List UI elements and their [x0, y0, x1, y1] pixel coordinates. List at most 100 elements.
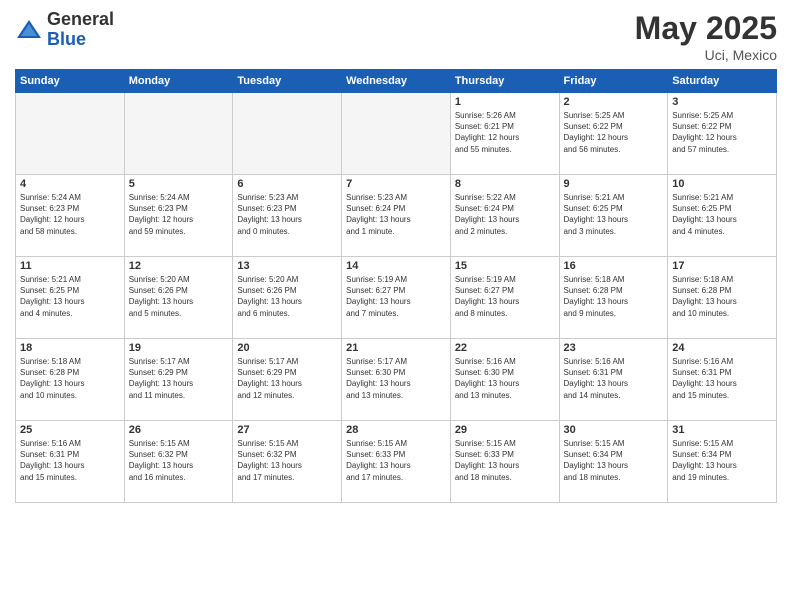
day-info: Sunrise: 5:16 AM Sunset: 6:31 PM Dayligh…	[20, 438, 120, 483]
calendar-week-1: 1 Sunrise: 5:26 AM Sunset: 6:21 PM Daylig…	[16, 93, 777, 175]
calendar-cell	[342, 93, 451, 175]
logo-general: General	[47, 10, 114, 30]
day-number: 14	[346, 260, 446, 272]
calendar-cell: 13 Sunrise: 5:20 AM Sunset: 6:26 PM Dayli…	[233, 257, 342, 339]
day-number: 31	[672, 424, 772, 436]
calendar-week-4: 18Sunrise: 5:18 AM Sunset: 6:28 PM Dayli…	[16, 339, 777, 421]
calendar-cell: 14Sunrise: 5:19 AM Sunset: 6:27 PM Dayli…	[342, 257, 451, 339]
day-info: Sunrise: 5:23 AM Sunset: 6:24 PM Dayligh…	[346, 192, 446, 237]
day-number: 17	[672, 260, 772, 272]
day-info: Sunrise: 5:16 AM Sunset: 6:31 PM Dayligh…	[672, 356, 772, 401]
calendar-cell: 19Sunrise: 5:17 AM Sunset: 6:29 PM Dayli…	[124, 339, 233, 421]
calendar-cell: 9 Sunrise: 5:21 AM Sunset: 6:25 PM Daylig…	[559, 175, 668, 257]
day-info: Sunrise: 5:21 AM Sunset: 6:25 PM Dayligh…	[564, 192, 664, 237]
calendar-week-2: 4 Sunrise: 5:24 AM Sunset: 6:23 PM Daylig…	[16, 175, 777, 257]
calendar-cell: 29 Sunrise: 5:15 AM Sunset: 6:33 PM Dayli…	[450, 421, 559, 503]
calendar-header-wednesday: Wednesday	[342, 70, 451, 93]
calendar-cell: 31Sunrise: 5:15 AM Sunset: 6:34 PM Dayli…	[668, 421, 777, 503]
calendar-cell	[233, 93, 342, 175]
day-info: Sunrise: 5:21 AM Sunset: 6:25 PM Dayligh…	[20, 274, 120, 319]
calendar-cell: 16Sunrise: 5:18 AM Sunset: 6:28 PM Dayli…	[559, 257, 668, 339]
calendar-header-friday: Friday	[559, 70, 668, 93]
day-number: 26	[129, 424, 229, 436]
day-info: Sunrise: 5:17 AM Sunset: 6:29 PM Dayligh…	[237, 356, 337, 401]
calendar-cell: 27Sunrise: 5:15 AM Sunset: 6:32 PM Dayli…	[233, 421, 342, 503]
calendar-cell: 28 Sunrise: 5:15 AM Sunset: 6:33 PM Dayli…	[342, 421, 451, 503]
day-number: 6	[237, 178, 337, 190]
day-info: Sunrise: 5:24 AM Sunset: 6:23 PM Dayligh…	[129, 192, 229, 237]
calendar-cell: 7 Sunrise: 5:23 AM Sunset: 6:24 PM Daylig…	[342, 175, 451, 257]
calendar-cell: 12Sunrise: 5:20 AM Sunset: 6:26 PM Dayli…	[124, 257, 233, 339]
calendar-cell: 21 Sunrise: 5:17 AM Sunset: 6:30 PM Dayli…	[342, 339, 451, 421]
calendar-cell: 17Sunrise: 5:18 AM Sunset: 6:28 PM Dayli…	[668, 257, 777, 339]
day-number: 5	[129, 178, 229, 190]
calendar-cell: 1 Sunrise: 5:26 AM Sunset: 6:21 PM Daylig…	[450, 93, 559, 175]
calendar-cell: 24Sunrise: 5:16 AM Sunset: 6:31 PM Dayli…	[668, 339, 777, 421]
day-info: Sunrise: 5:15 AM Sunset: 6:32 PM Dayligh…	[129, 438, 229, 483]
day-number: 16	[564, 260, 664, 272]
calendar-cell	[124, 93, 233, 175]
calendar-cell: 18Sunrise: 5:18 AM Sunset: 6:28 PM Dayli…	[16, 339, 125, 421]
logo: General Blue	[15, 10, 114, 50]
day-number: 4	[20, 178, 120, 190]
day-number: 20	[237, 342, 337, 354]
title-block: May 2025 Uci, Mexico	[635, 10, 777, 63]
calendar-cell: 5 Sunrise: 5:24 AM Sunset: 6:23 PM Daylig…	[124, 175, 233, 257]
day-info: Sunrise: 5:21 AM Sunset: 6:25 PM Dayligh…	[672, 192, 772, 237]
month-title: May 2025	[635, 10, 777, 47]
day-info: Sunrise: 5:19 AM Sunset: 6:27 PM Dayligh…	[455, 274, 555, 319]
calendar-header-tuesday: Tuesday	[233, 70, 342, 93]
day-info: Sunrise: 5:24 AM Sunset: 6:23 PM Dayligh…	[20, 192, 120, 237]
day-info: Sunrise: 5:20 AM Sunset: 6:26 PM Dayligh…	[129, 274, 229, 319]
day-info: Sunrise: 5:16 AM Sunset: 6:31 PM Dayligh…	[564, 356, 664, 401]
calendar-cell: 22Sunrise: 5:16 AM Sunset: 6:30 PM Dayli…	[450, 339, 559, 421]
day-number: 30	[564, 424, 664, 436]
day-number: 15	[455, 260, 555, 272]
calendar-week-3: 11Sunrise: 5:21 AM Sunset: 6:25 PM Dayli…	[16, 257, 777, 339]
day-number: 25	[20, 424, 120, 436]
day-number: 2	[564, 96, 664, 108]
calendar-cell: 2 Sunrise: 5:25 AM Sunset: 6:22 PM Daylig…	[559, 93, 668, 175]
day-number: 28	[346, 424, 446, 436]
day-number: 10	[672, 178, 772, 190]
day-number: 1	[455, 96, 555, 108]
day-number: 8	[455, 178, 555, 190]
calendar-header-monday: Monday	[124, 70, 233, 93]
day-number: 13	[237, 260, 337, 272]
day-info: Sunrise: 5:20 AM Sunset: 6:26 PM Dayligh…	[237, 274, 337, 319]
calendar-header-thursday: Thursday	[450, 70, 559, 93]
logo-text: General Blue	[47, 10, 114, 50]
day-info: Sunrise: 5:25 AM Sunset: 6:22 PM Dayligh…	[672, 110, 772, 155]
logo-icon	[15, 16, 43, 44]
day-info: Sunrise: 5:18 AM Sunset: 6:28 PM Dayligh…	[20, 356, 120, 401]
page: General Blue May 2025 Uci, Mexico Sunday…	[0, 0, 792, 612]
day-info: Sunrise: 5:17 AM Sunset: 6:30 PM Dayligh…	[346, 356, 446, 401]
day-number: 29	[455, 424, 555, 436]
day-number: 23	[564, 342, 664, 354]
day-info: Sunrise: 5:26 AM Sunset: 6:21 PM Dayligh…	[455, 110, 555, 155]
day-info: Sunrise: 5:15 AM Sunset: 6:33 PM Dayligh…	[455, 438, 555, 483]
calendar-cell	[16, 93, 125, 175]
calendar-week-5: 25 Sunrise: 5:16 AM Sunset: 6:31 PM Dayli…	[16, 421, 777, 503]
calendar-cell: 26 Sunrise: 5:15 AM Sunset: 6:32 PM Dayli…	[124, 421, 233, 503]
day-number: 9	[564, 178, 664, 190]
day-info: Sunrise: 5:22 AM Sunset: 6:24 PM Dayligh…	[455, 192, 555, 237]
calendar-cell: 25 Sunrise: 5:16 AM Sunset: 6:31 PM Dayli…	[16, 421, 125, 503]
calendar-cell: 23 Sunrise: 5:16 AM Sunset: 6:31 PM Dayli…	[559, 339, 668, 421]
calendar-cell: 6 Sunrise: 5:23 AM Sunset: 6:23 PM Daylig…	[233, 175, 342, 257]
calendar-header-sunday: Sunday	[16, 70, 125, 93]
day-info: Sunrise: 5:15 AM Sunset: 6:34 PM Dayligh…	[564, 438, 664, 483]
calendar-cell: 8 Sunrise: 5:22 AM Sunset: 6:24 PM Daylig…	[450, 175, 559, 257]
day-info: Sunrise: 5:25 AM Sunset: 6:22 PM Dayligh…	[564, 110, 664, 155]
day-number: 3	[672, 96, 772, 108]
calendar-cell: 15 Sunrise: 5:19 AM Sunset: 6:27 PM Dayli…	[450, 257, 559, 339]
header: General Blue May 2025 Uci, Mexico	[15, 10, 777, 63]
day-number: 21	[346, 342, 446, 354]
day-info: Sunrise: 5:23 AM Sunset: 6:23 PM Dayligh…	[237, 192, 337, 237]
calendar-header-row: SundayMondayTuesdayWednesdayThursdayFrid…	[16, 70, 777, 93]
calendar-cell: 11Sunrise: 5:21 AM Sunset: 6:25 PM Dayli…	[16, 257, 125, 339]
day-number: 7	[346, 178, 446, 190]
day-info: Sunrise: 5:17 AM Sunset: 6:29 PM Dayligh…	[129, 356, 229, 401]
calendar-cell: 4 Sunrise: 5:24 AM Sunset: 6:23 PM Daylig…	[16, 175, 125, 257]
day-info: Sunrise: 5:15 AM Sunset: 6:33 PM Dayligh…	[346, 438, 446, 483]
